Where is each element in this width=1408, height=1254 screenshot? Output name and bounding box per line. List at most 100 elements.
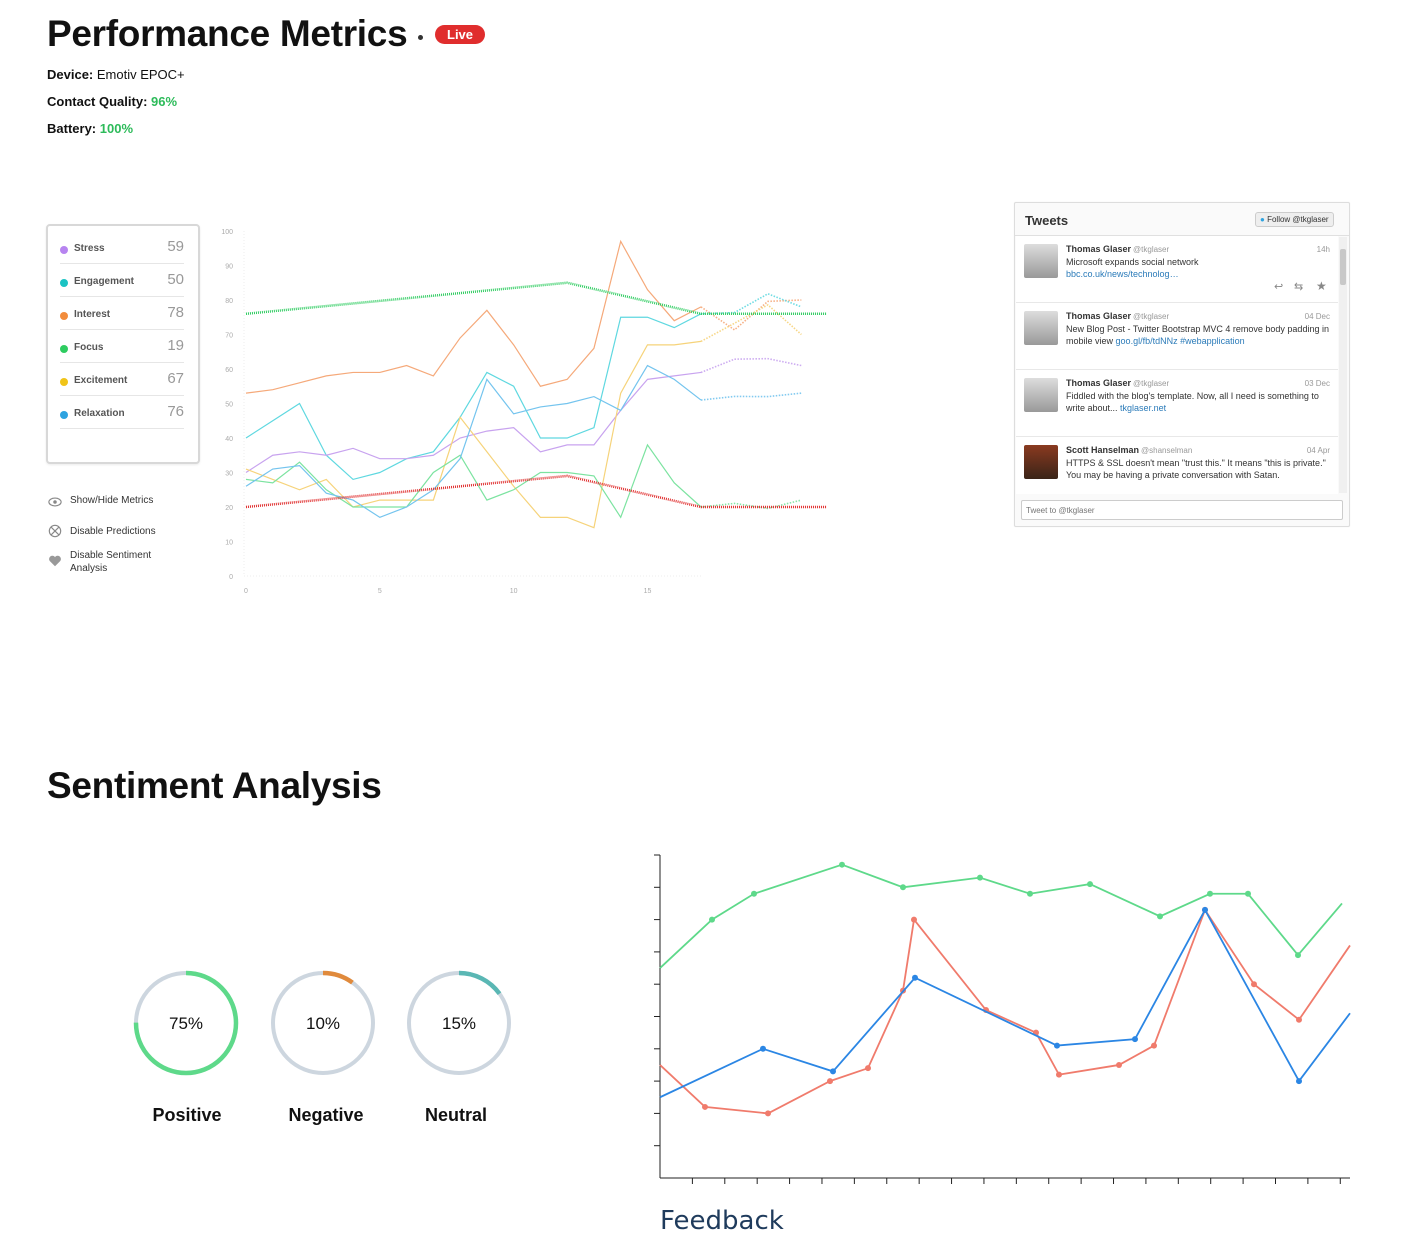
tweet-author: Thomas Glaser @tkglaser	[1066, 244, 1169, 254]
author-name: Scott Hanselman	[1066, 445, 1140, 455]
metric-row-relaxation[interactable]: Relaxation 76	[60, 398, 184, 429]
disable-sentiment-option[interactable]: Disable Sentiment Analysis	[48, 549, 208, 575]
series-line	[659, 907, 1351, 1115]
data-point	[709, 916, 715, 923]
metric-value: 78	[167, 304, 184, 321]
data-point	[751, 890, 757, 897]
prediction-line	[700, 303, 802, 343]
metric-name: Engagement	[74, 276, 135, 287]
show-hide-metrics-option[interactable]: Show/Hide Metrics	[48, 494, 208, 510]
data-point	[1207, 890, 1213, 897]
gauge-percent: 15%	[442, 1014, 476, 1033]
favorite-icon[interactable]: ★	[1316, 279, 1327, 293]
author-name: Thomas Glaser	[1066, 311, 1132, 321]
data-point	[827, 1078, 833, 1085]
metric-row-focus[interactable]: Focus 19	[60, 332, 184, 363]
y-tick-label: 40	[225, 436, 233, 443]
metric-color-dot	[60, 279, 68, 287]
twitter-bird-icon: ●	[1260, 215, 1265, 224]
reply-icon[interactable]: ↩	[1274, 280, 1283, 293]
data-point	[1054, 1042, 1060, 1049]
metric-row-stress[interactable]: Stress 59	[60, 233, 184, 264]
tweet-time: 14h	[1316, 245, 1330, 254]
trend-line	[245, 474, 827, 509]
data-point	[1151, 1042, 1157, 1049]
contact-quality-info: Contact Quality: 96%	[47, 94, 177, 109]
retweet-icon[interactable]: ⇆	[1294, 280, 1303, 293]
author-name: Thomas Glaser	[1066, 378, 1132, 388]
metric-value: 59	[167, 238, 184, 255]
data-point	[1116, 1061, 1122, 1068]
sentiment-title: Sentiment Analysis	[47, 765, 382, 806]
tweet-item[interactable]: Thomas Glaser @tkglaser 04 Dec New Blog P…	[1016, 303, 1338, 370]
data-point	[1132, 1036, 1138, 1043]
tweet-item[interactable]: Thomas Glaser @tkglaser 03 Dec Fiddled wi…	[1016, 370, 1338, 437]
data-point	[1056, 1071, 1062, 1078]
metric-row-excitement[interactable]: Excitement 67	[60, 365, 184, 396]
tweet-link[interactable]: goo.gl/fb/tdNNz #webapplication	[1116, 336, 1245, 346]
data-point	[865, 1065, 871, 1072]
device-label: Device:	[47, 67, 94, 82]
data-point	[1202, 906, 1208, 913]
tweets-widget: Tweets ● Follow @tkglaser Thomas Glaser @…	[1014, 202, 1350, 527]
heart-icon	[49, 555, 61, 567]
tweet-item[interactable]: Scott Hanselman @shanselman 04 Apr HTTPS …	[1016, 437, 1338, 494]
data-point	[702, 1103, 708, 1110]
metric-value: 76	[167, 403, 184, 420]
tweet-body: Fiddled with the blog's template. Now, a…	[1066, 391, 1319, 413]
metrics-chart: 0 10 20 30 40 50 60 70 80 90 100 0 5 10 15	[221, 229, 827, 595]
tweet-text: Fiddled with the blog's template. Now, a…	[1066, 390, 1332, 414]
contact-label: Contact Quality:	[47, 94, 148, 109]
metric-row-interest[interactable]: Interest 78	[60, 299, 184, 330]
tweet-input[interactable]	[1021, 500, 1343, 520]
y-tick-label: 70	[225, 333, 233, 340]
scrollbar[interactable]	[1339, 237, 1347, 493]
metric-name: Relaxation	[74, 408, 125, 419]
battery-info: Battery: 100%	[47, 121, 133, 136]
metric-color-dot	[60, 312, 68, 320]
y-tick-label: 80	[225, 298, 233, 305]
separator-dot	[418, 35, 423, 40]
scrollbar-thumb[interactable]	[1340, 249, 1346, 285]
series-line	[245, 371, 702, 474]
x-tick-label: 0	[244, 588, 248, 595]
data-point	[1296, 1078, 1302, 1085]
tweet-time: 03 Dec	[1304, 379, 1330, 388]
y-tick-label: 50	[225, 402, 233, 409]
metric-name: Excitement	[74, 375, 128, 386]
metric-row-engagement[interactable]: Engagement 50	[60, 266, 184, 297]
data-point	[1296, 1016, 1302, 1023]
data-point	[1157, 913, 1163, 920]
prediction-line	[700, 392, 802, 401]
series-line	[245, 364, 702, 519]
prediction-line	[700, 357, 802, 374]
y-tick-label: 90	[225, 264, 233, 271]
data-point	[839, 861, 845, 868]
tweet-link[interactable]: bbc.co.uk/news/technolog…	[1066, 269, 1179, 279]
tweet-text: Microsoft expands social network bbc.co.u…	[1066, 256, 1332, 280]
gauge-label-positive: Positive	[152, 1105, 222, 1125]
tweet-link[interactable]: tkglaser.net	[1120, 403, 1166, 413]
data-point	[1251, 981, 1257, 988]
live-badge: Live	[435, 25, 486, 44]
avatar	[1024, 378, 1058, 412]
tweet-author: Thomas Glaser @tkglaser	[1066, 311, 1169, 321]
tweet-time: 04 Apr	[1306, 446, 1330, 455]
y-tick-label: 20	[225, 505, 233, 512]
battery-value: 100%	[99, 121, 133, 136]
x-tick-label: 10	[510, 588, 518, 595]
gauge-label-neutral: Neutral	[424, 1105, 487, 1125]
data-point	[1245, 890, 1251, 897]
tweet-item[interactable]: Thomas Glaser @tkglaser 14h Microsoft exp…	[1016, 236, 1338, 303]
disable-predictions-option[interactable]: Disable Predictions	[48, 524, 208, 540]
data-point	[1087, 881, 1093, 888]
data-point	[830, 1068, 836, 1075]
device-info: Device: Emotiv EPOC+	[47, 67, 185, 82]
contact-value: 96%	[151, 94, 178, 109]
follow-button[interactable]: ● Follow @tkglaser	[1255, 212, 1334, 227]
avatar	[1024, 244, 1058, 278]
disable-icon	[48, 524, 62, 538]
tweet-author: Scott Hanselman @shanselman	[1066, 445, 1192, 455]
page-title: Performance Metrics	[47, 13, 408, 54]
data-point	[1295, 952, 1301, 959]
